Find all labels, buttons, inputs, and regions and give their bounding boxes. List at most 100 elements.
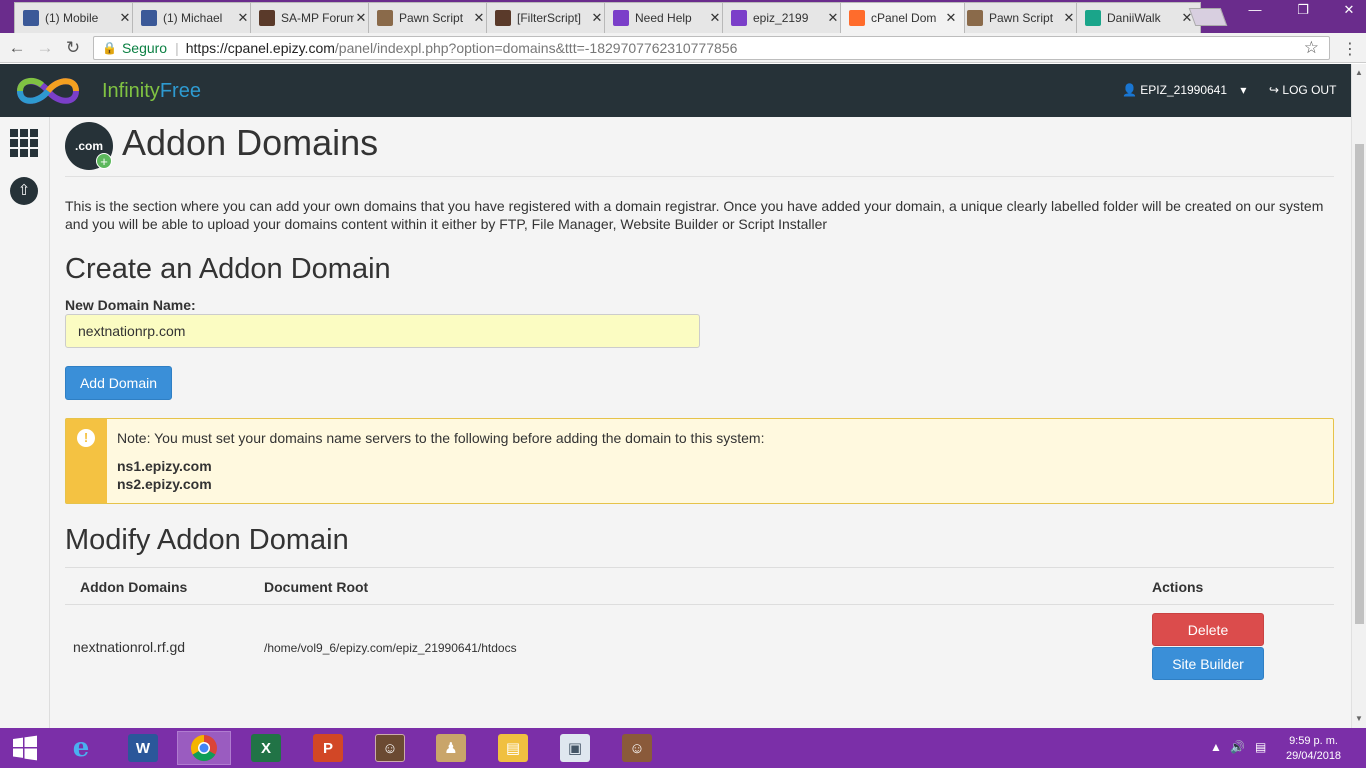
tab-label: SA-MP Forum (281, 11, 354, 25)
taskbar-word[interactable]: W (116, 731, 170, 765)
clock[interactable]: 9:59 p. m. 29/04/2018 (1286, 734, 1341, 764)
scroll-down-icon[interactable]: ▼ (1355, 714, 1363, 723)
infinity-icon (731, 10, 747, 26)
tab-close-icon[interactable]: ✕ (472, 10, 486, 26)
nameserver-2: ns2.epizy.com (117, 476, 212, 492)
create-heading: Create an Addon Domain (65, 253, 391, 285)
browser-tab[interactable]: SA-MP Forum ✕ (250, 2, 375, 33)
new-domain-input[interactable] (65, 314, 700, 348)
caret-down-icon: ▾ (1240, 83, 1247, 97)
excel-icon: X (251, 734, 281, 762)
windows-logo-icon (13, 735, 37, 761)
nameserver-note: ! Note: You must set your domains name s… (65, 418, 1334, 504)
page-scrollbar[interactable]: ▲ ▼ (1351, 64, 1366, 728)
tab-label: epiz_2199 (753, 11, 809, 25)
address-separator: | (175, 40, 179, 56)
browser-tab[interactable]: (1) Mobile ✕ (14, 2, 139, 33)
document-root-cell: /home/vol9_6/epizy.com/epiz_21990641/htd… (264, 641, 517, 655)
page-header: .com + Addon Domains (65, 120, 1334, 177)
facebook-icon (141, 10, 157, 26)
tab-close-icon[interactable]: ✕ (236, 10, 250, 26)
address-bar[interactable]: 🔒 Seguro | https://cpanel.epizy.com /pan… (93, 36, 1330, 60)
powerpoint-icon: P (313, 734, 343, 762)
tab-label: Need Help (635, 11, 692, 25)
bookmark-star-icon[interactable]: ☆ (1304, 38, 1319, 58)
site-header: InfinityFree 👤 EPIZ_21990641 ▾ ↪ LOG OUT (0, 64, 1351, 117)
apps-grid-icon[interactable] (10, 129, 38, 157)
tab-close-icon[interactable]: ✕ (354, 10, 368, 26)
taskbar-chrome[interactable] (177, 731, 231, 765)
maximize-button[interactable]: ❐ (1288, 0, 1318, 20)
taskbar-explorer[interactable]: ▤ (486, 731, 540, 765)
user-icon: 👤 (1122, 83, 1137, 97)
browser-tab[interactable]: Pawn Script ✕ (958, 2, 1083, 33)
tab-close-icon[interactable]: ✕ (944, 10, 958, 26)
side-rail: ⇧ (0, 117, 50, 728)
chrome-icon (190, 734, 217, 762)
plus-badge-icon: + (96, 153, 112, 169)
url-path: /panel/indexpl.php?option=domains&ttt=-1… (334, 40, 738, 56)
taskbar-gta[interactable]: ☺ (610, 731, 664, 765)
app-icon (1085, 10, 1101, 26)
start-button[interactable] (0, 731, 50, 765)
tab-close-icon[interactable]: ✕ (118, 10, 132, 26)
browser-tab[interactable]: epiz_2199 ✕ (722, 2, 847, 33)
clock-date: 29/04/2018 (1286, 750, 1342, 762)
addon-domain-cell: nextnationrol.rf.gd (73, 639, 186, 655)
browser-tab[interactable]: [FilterScript] ✕ (486, 2, 611, 33)
tray-arrow-icon[interactable]: ▲ (1210, 740, 1222, 754)
site-builder-button[interactable]: Site Builder (1152, 647, 1264, 680)
browser-tab[interactable]: DaniiWalk ✕ (1076, 2, 1201, 33)
infinity-logo-icon[interactable] (14, 74, 82, 108)
menu-kebab-icon[interactable]: ⋮ (1342, 39, 1358, 59)
close-window-button[interactable]: ✕ (1334, 0, 1364, 20)
domains-table-header: Addon Domains Document Root Actions (65, 567, 1334, 605)
browser-tab[interactable]: Pawn Script ✕ (368, 2, 493, 33)
forward-icon[interactable]: → (35, 38, 55, 58)
samp-icon (495, 10, 511, 26)
user-menu[interactable]: 👤 EPIZ_21990641 ▾ (1122, 83, 1246, 97)
reload-icon[interactable]: ↻ (63, 38, 83, 58)
clock-time: 9:59 p. m. (1289, 735, 1338, 747)
url-host: https://cpanel.epizy.com (185, 40, 335, 56)
browser-toolbar: ← → ↻ 🔒 Seguro | https://cpanel.epizy.co… (0, 33, 1366, 63)
tab-close-icon[interactable]: ✕ (590, 10, 604, 26)
taskbar-excel[interactable]: X (239, 731, 293, 765)
tab-close-icon[interactable]: ✕ (708, 10, 722, 26)
tab-label: (1) Michael (163, 11, 223, 25)
page-title: Addon Domains (122, 122, 379, 163)
volume-icon[interactable]: 🔊 (1230, 740, 1245, 754)
lock-icon: 🔒 (102, 41, 117, 55)
browser-tab[interactable]: cPanel Dom ✕ (840, 2, 965, 33)
col-actions: Actions (1152, 579, 1204, 595)
browser-tab[interactable]: Need Help ✕ (604, 2, 729, 33)
tab-label: Pawn Script (399, 11, 464, 25)
taskbar-window[interactable]: ▣ (548, 731, 602, 765)
tab-close-icon[interactable]: ✕ (826, 10, 840, 26)
taskbar-powerpoint[interactable]: P (301, 731, 355, 765)
back-icon[interactable]: ← (7, 38, 27, 58)
new-tab-button[interactable] (1188, 8, 1228, 26)
pawn-app-icon: ♟ (436, 734, 466, 762)
gta-icon: ☺ (622, 734, 652, 762)
windows-taskbar: e W X P ☺ ♟ ▤ ▣ ☺ ▲ 🔊 ▤ 9:59 p. m. 29/04… (0, 728, 1366, 768)
taskbar-ie[interactable]: e (54, 731, 108, 765)
modify-heading: Modify Addon Domain (65, 524, 349, 556)
col-addon-domains: Addon Domains (80, 579, 188, 595)
upload-icon[interactable]: ⇧ (10, 177, 38, 205)
add-domain-button[interactable]: Add Domain (65, 366, 172, 400)
tab-label: Pawn Script (989, 11, 1054, 25)
delete-button[interactable]: Delete (1152, 613, 1264, 646)
logout-button[interactable]: ↪ LOG OUT (1269, 83, 1336, 97)
scrollbar-thumb[interactable] (1355, 144, 1364, 624)
taskbar-pawno[interactable]: ♟ (424, 731, 478, 765)
minimize-button[interactable]: — (1240, 0, 1270, 20)
network-icon[interactable]: ▤ (1255, 740, 1266, 754)
brand-name[interactable]: InfinityFree (102, 80, 201, 103)
taskbar-samp[interactable]: ☺ (363, 731, 417, 765)
browser-tab[interactable]: (1) Michael ✕ (132, 2, 257, 33)
scroll-up-icon[interactable]: ▲ (1355, 68, 1363, 77)
folder-icon: ▤ (498, 734, 528, 762)
tab-close-icon[interactable]: ✕ (1062, 10, 1076, 26)
exclamation-icon: ! (77, 429, 95, 447)
